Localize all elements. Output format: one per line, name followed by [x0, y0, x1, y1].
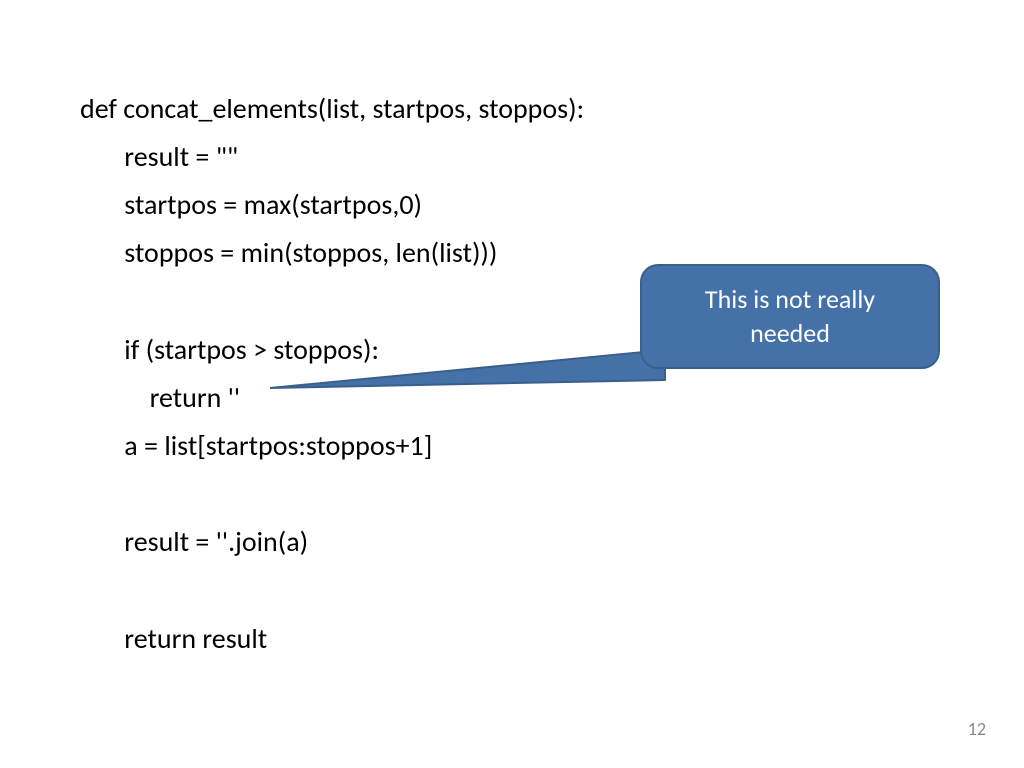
code-line: startpos = max(startpos,0)	[80, 187, 422, 222]
code-line: result = ""	[80, 139, 238, 174]
code-line: return result	[80, 621, 267, 656]
callout-box: This is not really needed	[640, 264, 940, 369]
code-line: return ''	[80, 380, 240, 415]
code-line: def concat_elements(list, startpos, stop…	[80, 91, 584, 126]
callout-line: This is not really	[705, 283, 875, 315]
code-line: a = list[startpos:stoppos+1]	[80, 428, 432, 463]
code-block: def concat_elements(list, startpos, stop…	[80, 85, 584, 663]
page-number: 12	[968, 718, 986, 740]
callout-text: This is not really needed	[705, 283, 875, 351]
code-line: stoppos = min(stoppos, len(list)))	[80, 235, 497, 270]
callout-line: needed	[750, 317, 830, 349]
code-line: result = ''.join(a)	[80, 524, 308, 559]
slide: def concat_elements(list, startpos, stop…	[0, 0, 1024, 768]
code-line: if (startpos > stoppos):	[80, 332, 379, 367]
